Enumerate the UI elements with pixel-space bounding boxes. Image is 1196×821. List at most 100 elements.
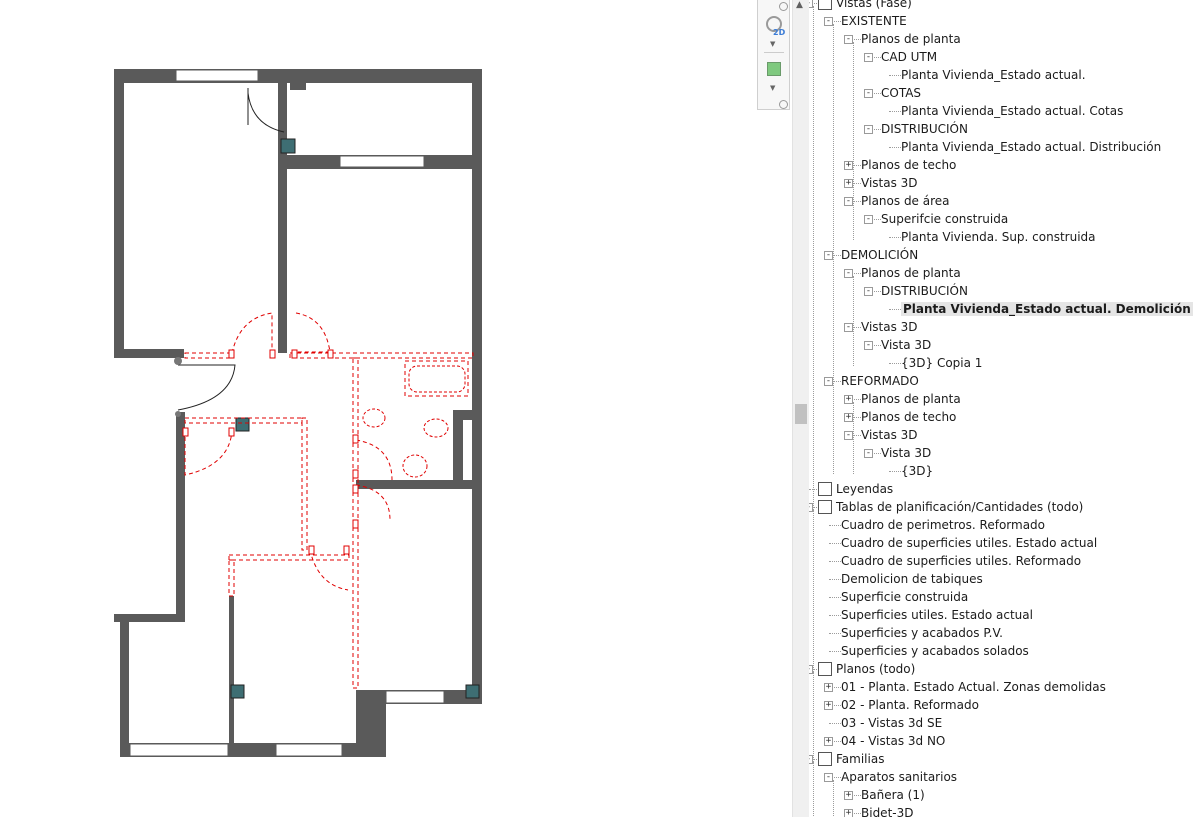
tree-item-r18[interactable]: Vistas 3D (861, 318, 918, 336)
view-folder-icon (818, 0, 832, 10)
tree-item-r12[interactable]: Superifcie construida (881, 210, 1008, 228)
tree-item-r38[interactable]: 01 - Planta. Estado Actual. Zonas demoli… (841, 678, 1106, 696)
tree-item-r42[interactable]: Familias (836, 750, 884, 768)
tree-item-r27[interactable]: Leyendas (836, 480, 893, 498)
nav-bar-close-icon[interactable] (779, 2, 788, 11)
tree-item-r2[interactable]: Planos de planta (861, 30, 961, 48)
collapse-toggle-icon[interactable]: - (864, 287, 873, 296)
expand-toggle-icon[interactable]: + (824, 683, 833, 692)
expand-toggle-icon[interactable]: + (844, 179, 853, 188)
vertical-scrollbar[interactable]: ▲ (792, 0, 809, 817)
tree-item-r14[interactable]: DEMOLICIÓN (841, 246, 918, 264)
tree-item-r7[interactable]: DISTRIBUCIÓN (881, 120, 968, 138)
collapse-toggle-icon[interactable]: - (809, 0, 813, 8)
tree-connector (829, 561, 841, 562)
tree-item-r11[interactable]: Planos de área (861, 192, 950, 210)
tree-item-r9[interactable]: Planos de techo (861, 156, 956, 174)
tree-item-r6[interactable]: Planta Vivienda_Estado actual. Cotas (901, 102, 1123, 120)
collapse-toggle-icon[interactable]: - (844, 197, 853, 206)
tree-item-r13[interactable]: Planta Vivienda. Sup. construida (901, 228, 1096, 246)
tree-item-r43[interactable]: Aparatos sanitarios (841, 768, 957, 786)
collapse-toggle-icon[interactable]: - (809, 755, 813, 764)
tree-item-r4[interactable]: Planta Vivienda_Estado actual. (901, 66, 1086, 84)
tree-item-r23[interactable]: Planos de techo (861, 408, 956, 426)
expand-toggle-icon[interactable]: + (824, 737, 833, 746)
tree-item-label: {3D} Copia 1 (901, 356, 983, 370)
tree-item-r17[interactable]: Planta Vivienda_Estado actual. Demolició… (901, 300, 1193, 318)
collapse-toggle-icon[interactable]: - (864, 449, 873, 458)
tree-item-r30[interactable]: Cuadro de superficies utiles. Estado act… (841, 534, 1097, 552)
collapse-toggle-icon[interactable]: - (844, 269, 853, 278)
tree-item-r35[interactable]: Superficies y acabados P.V. (841, 624, 1003, 642)
scroll-thumb[interactable] (795, 404, 807, 424)
tree-item-label: Planos de planta (861, 266, 961, 280)
tree-guide (833, 24, 834, 474)
tree-item-r36[interactable]: Superficies y acabados solados (841, 642, 1029, 660)
tree-item-r37[interactable]: Planos (todo) (836, 660, 915, 678)
tree-item-r15[interactable]: Planos de planta (861, 264, 961, 282)
tree-item-r29[interactable]: Cuadro de perimetros. Reformado (841, 516, 1045, 534)
tree-item-label: Cuadro de superficies utiles. Reformado (841, 554, 1082, 568)
tree-item-r25[interactable]: Vista 3D (881, 444, 931, 462)
collapse-toggle-icon[interactable]: - (864, 215, 873, 224)
tree-connector (889, 237, 901, 238)
collapse-toggle-icon[interactable]: - (824, 17, 833, 26)
drawing-canvas[interactable] (0, 0, 757, 817)
zoom-region-icon[interactable] (767, 62, 781, 76)
collapse-toggle-icon[interactable]: - (824, 251, 833, 260)
chevron-down-icon[interactable]: ▼ (770, 40, 775, 48)
tree-item-r0[interactable]: Vistas (Fase) (836, 0, 912, 12)
tree-item-r16[interactable]: DISTRIBUCIÓN (881, 282, 968, 300)
tree-item-label: DEMOLICIÓN (841, 248, 919, 262)
tree-item-label: COTAS (881, 86, 922, 100)
scroll-up-arrow-icon[interactable]: ▲ (796, 0, 803, 10)
tree-item-r22[interactable]: Planos de planta (861, 390, 961, 408)
tree-item-r1[interactable]: EXISTENTE (841, 12, 907, 30)
tree-item-r44[interactable]: Bañera (1) (861, 786, 925, 804)
expand-toggle-icon[interactable]: + (844, 413, 853, 422)
collapse-toggle-icon[interactable]: - (809, 503, 813, 512)
navigation-bar: 2D ▼ ▼ (757, 0, 790, 110)
tree-item-r34[interactable]: Superficies utiles. Estado actual (841, 606, 1033, 624)
tree-item-r33[interactable]: Superficie construida (841, 588, 968, 606)
tree-item-r21[interactable]: REFORMADO (841, 372, 919, 390)
columns (230, 138, 480, 699)
tree-item-r3[interactable]: CAD UTM (881, 48, 937, 66)
expand-toggle-icon[interactable]: + (844, 395, 853, 404)
tree-item-r41[interactable]: 04 - Vistas 3d NO (841, 732, 945, 750)
tree-item-r26[interactable]: {3D} (901, 462, 933, 480)
collapse-toggle-icon[interactable]: - (824, 377, 833, 386)
collapse-toggle-icon[interactable]: - (864, 125, 873, 134)
tree-item-r28[interactable]: Tablas de planificación/Cantidades (todo… (836, 498, 1083, 516)
expand-toggle-icon[interactable]: + (844, 791, 853, 800)
tree-item-r5[interactable]: COTAS (881, 84, 921, 102)
collapse-toggle-icon[interactable]: - (844, 35, 853, 44)
tree-item-r24[interactable]: Vistas 3D (861, 426, 918, 444)
nav-bar-close-icon[interactable] (779, 100, 788, 109)
expand-toggle-icon[interactable]: + (824, 701, 833, 710)
expand-toggle-icon[interactable]: + (844, 809, 853, 817)
tree-connector (829, 633, 841, 634)
tree-item-label: Vistas 3D (861, 428, 918, 442)
collapse-toggle-icon[interactable]: - (809, 665, 813, 674)
collapse-toggle-icon[interactable]: - (864, 89, 873, 98)
tree-item-r40[interactable]: 03 - Vistas 3d SE (841, 714, 942, 732)
tree-item-r20[interactable]: {3D} Copia 1 (901, 354, 982, 372)
tree-connector (889, 471, 901, 472)
tree-item-r45[interactable]: Bidet-3D (861, 804, 913, 817)
tree-item-r19[interactable]: Vista 3D (881, 336, 931, 354)
chevron-down-icon[interactable]: ▼ (770, 84, 775, 92)
tree-item-r31[interactable]: Cuadro de superficies utiles. Reformado (841, 552, 1081, 570)
tree-item-r32[interactable]: Demolicion de tabiques (841, 570, 983, 588)
tree-item-r10[interactable]: Vistas 3D (861, 174, 918, 192)
tree-item-label: 03 - Vistas 3d SE (841, 716, 943, 730)
collapse-toggle-icon[interactable]: - (824, 773, 833, 782)
collapse-toggle-icon[interactable]: - (864, 341, 873, 350)
expand-toggle-icon[interactable]: + (844, 161, 853, 170)
collapse-toggle-icon[interactable]: - (844, 323, 853, 332)
tree-item-r39[interactable]: 02 - Planta. Reformado (841, 696, 979, 714)
collapse-toggle-icon[interactable]: - (864, 53, 873, 62)
tree-connector (829, 723, 841, 724)
tree-item-r8[interactable]: Planta Vivienda_Estado actual. Distribuc… (901, 138, 1161, 156)
collapse-toggle-icon[interactable]: - (844, 431, 853, 440)
